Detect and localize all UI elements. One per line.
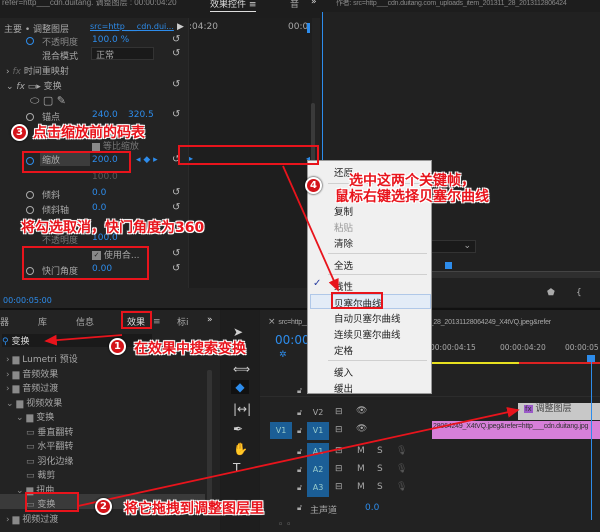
step-badge: 3 [11,124,28,141]
highlight-keyframes [178,145,319,165]
annotation-step1: 在效果中搜索变换 [134,341,246,357]
highlight-transform [25,492,79,512]
step-badge: 1 [109,338,126,355]
highlight-shutter [22,246,149,280]
step-badge: 4 [305,177,322,194]
step-badge: 2 [95,498,112,515]
highlight-scale [22,151,131,173]
highlight-bezier [331,292,383,309]
annotation-step2: 将它拖拽到调整图层里 [124,501,264,517]
annotation-step4-line2: 鼠标右键选择贝塞尔曲线 [335,189,489,205]
annotation-note: 将勾选取消，快门角度为360 [21,220,205,236]
arrow-step2 [77,407,520,507]
annotation-step3: 点击缩放前的码表 [33,125,145,141]
highlight-effects-tab [121,311,152,329]
